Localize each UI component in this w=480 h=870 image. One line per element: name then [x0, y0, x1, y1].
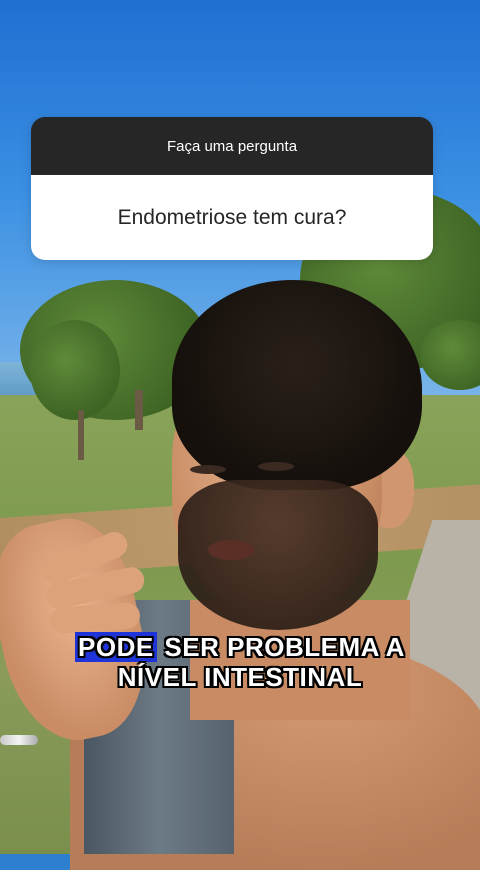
- caption-line-2: NÍVEL INTESTINAL: [117, 662, 363, 692]
- subtitle-caption: PODE SER PROBLEMA A NÍVEL INTESTINAL: [0, 632, 480, 692]
- caption-line-1: PODE SER PROBLEMA A: [0, 632, 480, 662]
- question-sticker[interactable]: Faça uma pergunta Endometriose tem cura?: [31, 117, 433, 260]
- question-sticker-header-text: Faça uma pergunta: [166, 137, 298, 155]
- beard: [178, 480, 378, 630]
- caption-highlight-word: PODE: [75, 632, 157, 662]
- caption-line-1-rest: SER PROBLEMA A: [156, 632, 405, 662]
- question-sticker-header: Faça uma pergunta: [31, 117, 433, 175]
- eye-right: [258, 462, 294, 471]
- mouth: [208, 540, 254, 560]
- question-sticker-body: Endometriose tem cura?: [31, 175, 433, 260]
- question-text: Endometriose tem cura?: [117, 205, 347, 229]
- eye-left: [190, 465, 226, 474]
- hair: [172, 280, 422, 490]
- bracelet: [0, 735, 38, 745]
